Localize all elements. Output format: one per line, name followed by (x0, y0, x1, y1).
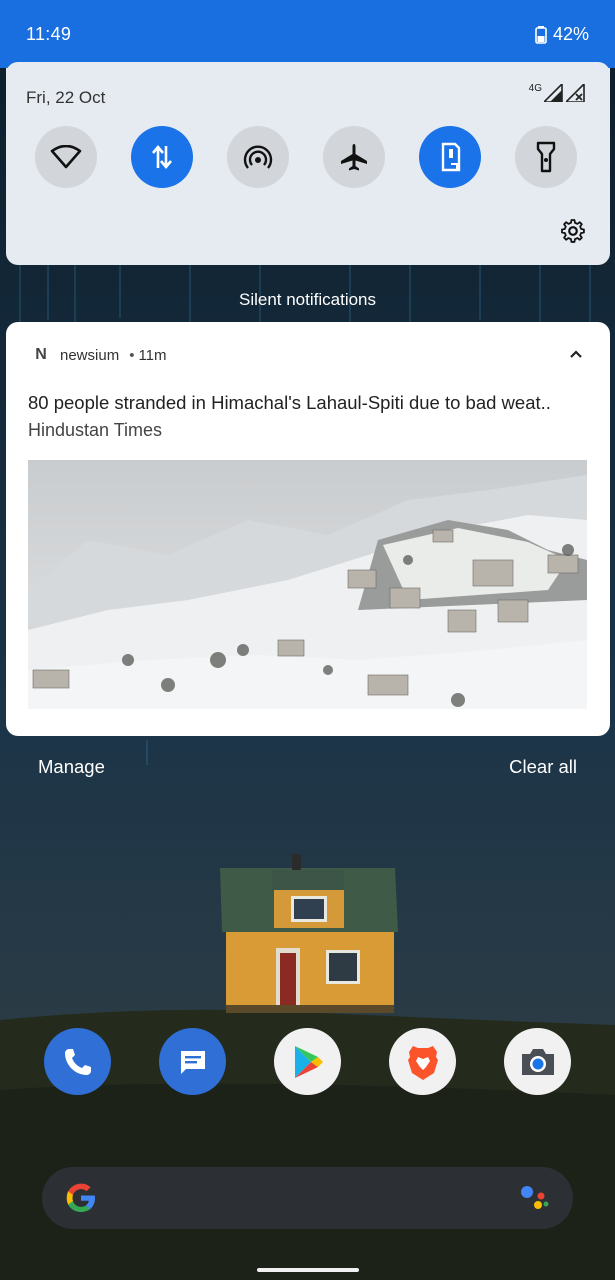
status-bar: 11:49 42% (0, 0, 615, 68)
notification-time: 11m (138, 346, 167, 364)
dock-brave[interactable] (389, 1028, 456, 1095)
notification-app-name: newsium (60, 346, 120, 364)
tile-flashlight[interactable] (515, 126, 577, 188)
brave-browser-icon (407, 1045, 438, 1080)
auto-rotate-icon (441, 142, 461, 172)
battery-percent: 42% (552, 24, 589, 44)
dock-phone[interactable] (44, 1028, 111, 1095)
gesture-nav-handle[interactable] (257, 1268, 359, 1272)
tile-mobile-data[interactable] (131, 126, 193, 188)
status-battery: 42% (535, 24, 589, 45)
qs-date: Fri, 22 Oct (26, 88, 106, 107)
tile-wifi[interactable] (35, 126, 97, 188)
data-arrows-icon (152, 144, 172, 170)
chevron-up-icon[interactable] (568, 348, 584, 360)
signal-indicators: 4G (528, 83, 586, 102)
tile-hotspot[interactable] (227, 126, 289, 188)
phone-icon (64, 1048, 91, 1075)
google-assistant-icon[interactable] (517, 1181, 551, 1215)
airplane-icon (341, 144, 367, 171)
gear-icon[interactable] (560, 218, 586, 244)
dock-messages[interactable] (159, 1028, 226, 1095)
clear-all-button[interactable]: Clear all (509, 756, 577, 778)
network-type: 4G (528, 83, 542, 94)
notification-title: 80 people stranded in Himachal's Lahaul-… (28, 392, 551, 413)
notification-card[interactable]: N newsium • 11m 80 people stranded in Hi… (6, 322, 610, 736)
battery-icon (535, 25, 547, 44)
newsium-app-icon: N (35, 346, 47, 363)
status-time: 11:49 (26, 24, 72, 44)
manage-button[interactable]: Manage (38, 756, 105, 778)
section-label-silent: Silent notifications (238, 290, 377, 309)
qs-tiles (35, 126, 577, 188)
wifi-icon (50, 145, 82, 169)
tile-auto-rotate[interactable] (419, 126, 481, 188)
notification-header: N newsium • 11m (32, 346, 167, 364)
signal-strength-icon (544, 84, 563, 102)
google-g-icon (66, 1183, 95, 1212)
quick-settings-panel: Fri, 22 Oct 4G (6, 62, 610, 265)
notification-separator: • (129, 346, 135, 364)
camera-icon (521, 1048, 554, 1075)
messages-icon (180, 1050, 205, 1074)
play-store-icon (294, 1045, 323, 1078)
hotspot-icon (243, 145, 273, 169)
notification-source: Hindustan Times (28, 420, 163, 440)
dock-camera[interactable] (504, 1028, 571, 1095)
dock (44, 1028, 571, 1095)
notification-image (28, 460, 587, 709)
signal-no-service-icon (566, 84, 585, 102)
tile-airplane-mode[interactable] (323, 126, 385, 188)
google-search-bar[interactable] (42, 1167, 573, 1229)
flashlight-icon (536, 141, 556, 173)
dock-play-store[interactable] (274, 1028, 341, 1095)
house-illustration (220, 854, 398, 1013)
